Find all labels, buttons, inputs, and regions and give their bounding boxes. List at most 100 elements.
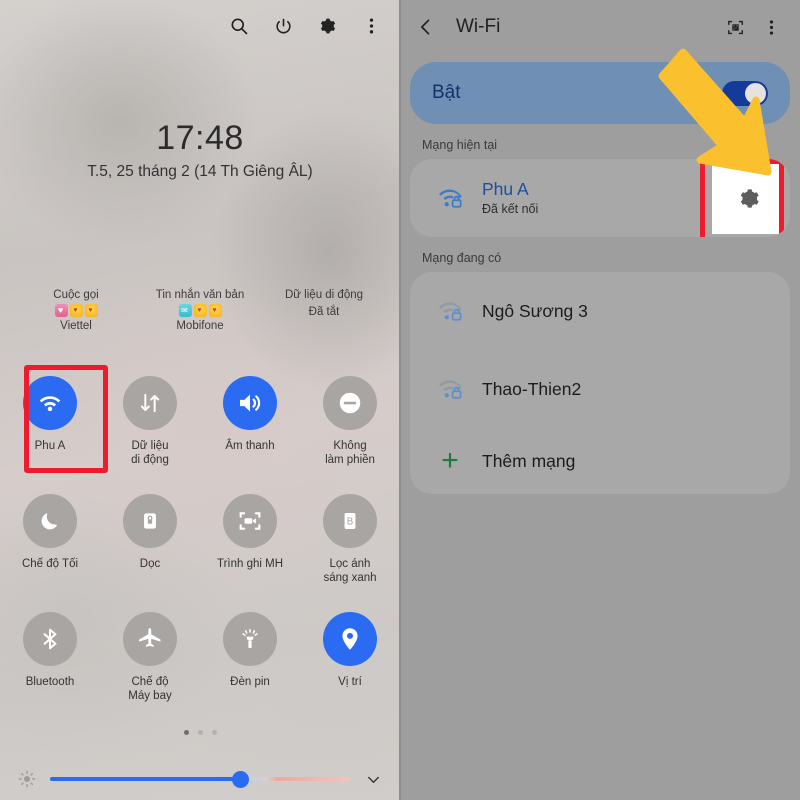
page-dot bbox=[197, 730, 203, 735]
tile-location[interactable]: Vị trí bbox=[300, 612, 400, 703]
page-indicator-dots[interactable] bbox=[0, 730, 400, 735]
quick-tile-row-1: Phu A Dữ liệu di động Âm thanh Không làm… bbox=[0, 376, 400, 467]
wifi-settings-gear-button[interactable] bbox=[700, 159, 784, 237]
quick-tile-row-3: Bluetooth Chế độ Máy bay Đèn pin Vị trí bbox=[0, 612, 400, 703]
tile-label: Chế độ Tối bbox=[21, 558, 79, 570]
tile-screen-recorder[interactable]: Trình ghi MH bbox=[200, 494, 300, 585]
wifi-network-name: Thao-Thien2 bbox=[482, 379, 582, 399]
airplane-icon bbox=[123, 612, 177, 666]
data-arrows-icon bbox=[123, 376, 177, 430]
clock-area[interactable]: 17:48 T.5, 25 tháng 2 (14 Th Giêng ÂL) bbox=[0, 118, 400, 182]
location-pin-icon bbox=[323, 612, 377, 666]
speaker-icon bbox=[223, 376, 277, 430]
wifi-row-available[interactable]: Ngô Sương 3 bbox=[410, 272, 790, 350]
tile-label: Dữ liệu di động bbox=[131, 440, 169, 466]
tile-dark-mode[interactable]: Chế độ Tối bbox=[0, 494, 100, 585]
add-network-label: Thêm mạng bbox=[482, 450, 576, 471]
tile-blue-light-filter[interactable]: B Lọc ánh sáng xanh bbox=[300, 494, 400, 585]
screenshot-root: 17:48 T.5, 25 tháng 2 (14 Th Giêng ÂL) C… bbox=[0, 0, 800, 800]
status-title: Cuộc gọi bbox=[53, 289, 99, 301]
screen-record-icon bbox=[223, 494, 277, 548]
chevron-down-icon[interactable] bbox=[360, 770, 386, 789]
page-title: Wi-Fi bbox=[456, 16, 501, 37]
status-sub: Mobifone bbox=[176, 320, 224, 332]
power-icon[interactable] bbox=[272, 15, 294, 37]
tile-label: Không làm phiền bbox=[325, 440, 375, 466]
wifi-toggle-label: Bật bbox=[432, 82, 461, 103]
svg-text:B: B bbox=[347, 516, 354, 527]
clock-time: 17:48 bbox=[156, 119, 244, 157]
wifi-row-connected[interactable]: Phu A Đã kết nối bbox=[410, 159, 790, 237]
minus-circle-icon bbox=[323, 376, 377, 430]
wifi-row-text: Thao-Thien2 bbox=[482, 378, 768, 400]
status-col-calls: Cuộc gọi Viettel bbox=[16, 288, 136, 334]
wifi-lock-icon bbox=[432, 183, 468, 213]
wifi-lock-icon bbox=[432, 296, 468, 326]
tile-label: Dọc bbox=[139, 558, 161, 570]
wifi-row-available[interactable]: Thao-Thien2 bbox=[410, 350, 790, 428]
gear-icon[interactable] bbox=[316, 15, 338, 37]
brightness-slider-track bbox=[50, 777, 350, 781]
clock-date: T.5, 25 tháng 2 (14 Th Giêng ÂL) bbox=[87, 163, 313, 180]
qr-scan-icon[interactable] bbox=[722, 14, 748, 40]
add-network-row[interactable]: + Thêm mạng bbox=[410, 428, 790, 494]
tile-label: Lọc ánh sáng xanh bbox=[323, 558, 377, 584]
tile-mobile-data[interactable]: Dữ liệu di động bbox=[100, 376, 200, 467]
tile-airplane-mode[interactable]: Chế độ Máy bay bbox=[100, 612, 200, 703]
search-icon[interactable] bbox=[228, 15, 250, 37]
wifi-icon bbox=[23, 376, 77, 430]
tile-label: Trình ghi MH bbox=[216, 558, 284, 570]
tile-bluetooth[interactable]: Bluetooth bbox=[0, 612, 100, 703]
tile-label: Chế độ Máy bay bbox=[128, 676, 172, 702]
available-networks-section-title: Mạng đang có bbox=[422, 251, 502, 265]
smiley-emoji-icon bbox=[208, 304, 222, 317]
status-col-mobile-data: Dữ liệu di động Đã tắt bbox=[264, 288, 384, 320]
back-arrow-icon[interactable] bbox=[416, 17, 442, 37]
quick-settings-topbar bbox=[228, 8, 392, 44]
wifi-row-text: Ngô Sương 3 bbox=[482, 300, 768, 322]
wifi-settings-panel: Wi-Fi Bật Mạng hiện tại Phu A Đã kết nối… bbox=[400, 0, 800, 800]
quick-settings-panel: 17:48 T.5, 25 tháng 2 (14 Th Giêng ÂL) C… bbox=[0, 0, 400, 800]
plus-icon: + bbox=[441, 444, 459, 477]
wifi-lock-icon bbox=[432, 374, 468, 404]
current-network-section-title: Mạng hiện tại bbox=[422, 138, 498, 152]
smiley-emoji-icon bbox=[69, 304, 83, 317]
rotation-lock-icon bbox=[123, 494, 177, 548]
tile-sound[interactable]: Âm thanh bbox=[200, 376, 300, 467]
status-sub: Đã tắt bbox=[308, 306, 340, 318]
status-title: Dữ liệu di động bbox=[284, 289, 364, 301]
panel-divider bbox=[399, 0, 401, 800]
status-col-sms: Tin nhắn văn bản Mobifone bbox=[140, 288, 260, 334]
current-network-card: Phu A Đã kết nối bbox=[410, 159, 790, 237]
tile-label: Bluetooth bbox=[25, 676, 75, 688]
wifi-network-name: Ngô Sương 3 bbox=[482, 301, 588, 321]
available-networks-card: Ngô Sương 3 Thao-Thien2 + Thêm mạng bbox=[410, 272, 790, 494]
status-sub: Viettel bbox=[60, 320, 92, 332]
bluetooth-icon bbox=[23, 612, 77, 666]
heart-emoji-icon bbox=[54, 304, 68, 317]
tile-do-not-disturb[interactable]: Không làm phiền bbox=[300, 376, 400, 467]
status-title: Tin nhắn văn bản bbox=[155, 289, 245, 301]
wifi-toggle-switch[interactable] bbox=[722, 80, 768, 106]
tile-flashlight[interactable]: Đèn pin bbox=[200, 612, 300, 703]
moon-icon bbox=[23, 494, 77, 548]
brightness-slider-thumb[interactable] bbox=[231, 770, 249, 788]
page-dot bbox=[211, 730, 217, 735]
carrier-status-row: Cuộc gọi Viettel Tin nhắn văn bản bbox=[0, 288, 400, 334]
page-dot bbox=[183, 730, 189, 735]
tile-label: Âm thanh bbox=[225, 440, 275, 452]
call-emoji-group bbox=[16, 304, 136, 317]
more-vert-icon[interactable] bbox=[758, 14, 784, 40]
brightness-slider[interactable] bbox=[50, 769, 350, 789]
wifi-toggle-row[interactable]: Bật bbox=[410, 62, 790, 124]
tile-label: Phu A bbox=[34, 440, 66, 452]
tile-wifi[interactable]: Phu A bbox=[0, 376, 100, 467]
smiley-emoji-icon bbox=[84, 304, 98, 317]
tile-label: Đèn pin bbox=[230, 676, 270, 688]
tile-rotation-lock[interactable]: Dọc bbox=[100, 494, 200, 585]
message-emoji-group bbox=[140, 304, 260, 317]
brightness-bar bbox=[0, 758, 400, 800]
blue-light-filter-icon: B bbox=[323, 494, 377, 548]
wifi-header: Wi-Fi bbox=[400, 0, 800, 54]
more-vert-icon[interactable] bbox=[360, 15, 382, 37]
